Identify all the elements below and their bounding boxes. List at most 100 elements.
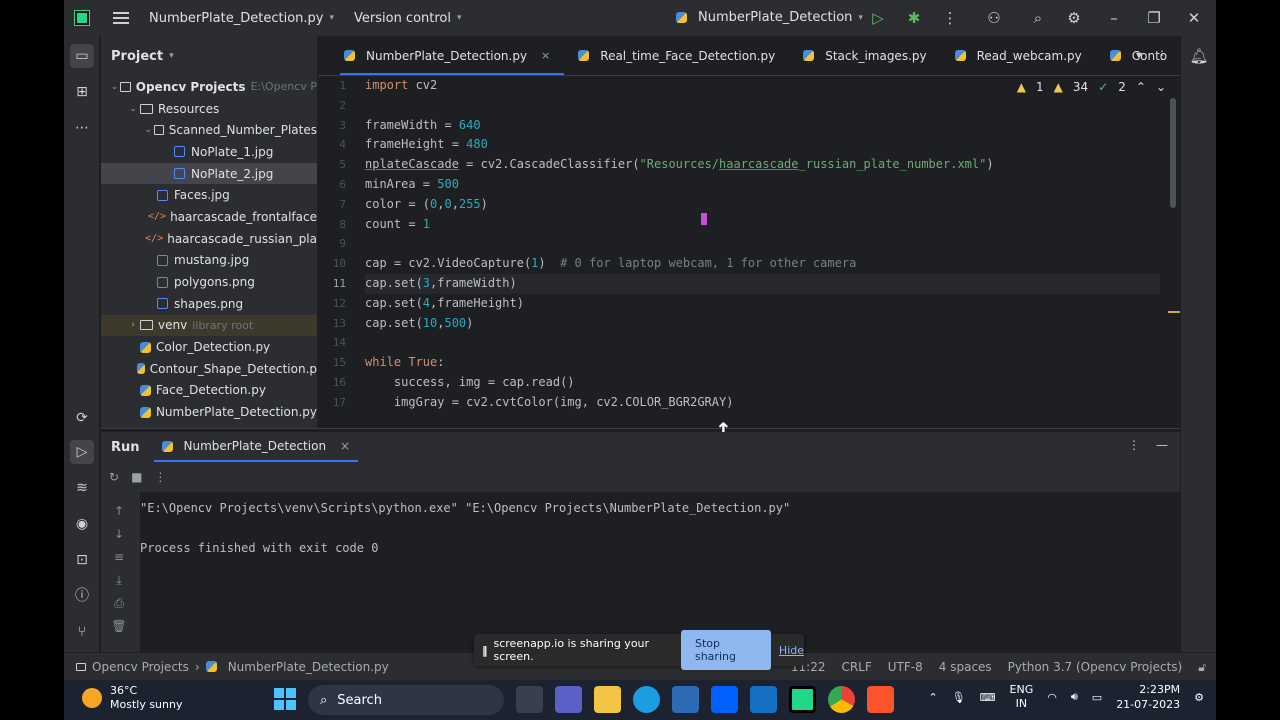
line-number[interactable]: 13 [318,314,362,334]
scroll-to-end-icon[interactable]: ⤓ [109,573,129,596]
chevron-right-icon[interactable]: › [126,320,140,330]
teams-icon[interactable] [555,686,582,713]
editor-scrollbar[interactable] [1170,98,1176,208]
vcs-menu[interactable]: Version control ▾ [354,11,462,26]
editor-tab[interactable]: Stack_images.py [789,36,940,75]
run-tab[interactable]: NumberPlate_Detection × [153,432,359,462]
console-output[interactable]: "E:\Opencv Projects\venv\Scripts\python.… [140,492,1180,652]
add-user-icon[interactable]: ⚇ [968,9,1020,27]
wifi-icon[interactable]: ◠ [1047,691,1057,704]
more-tools-icon[interactable]: ⋯ [70,116,94,140]
line-number[interactable]: 12 [318,294,362,314]
problems-tool-icon[interactable]: ⓘ [70,584,94,608]
line-number[interactable]: 2 [318,96,362,116]
close-tab-icon[interactable]: × [541,49,550,62]
editor-tab[interactable]: NumberPlate_Detection.py × [318,36,565,75]
breadcrumb-root[interactable]: Opencv Projects [92,660,189,674]
run-icon[interactable]: ▷ [860,9,896,27]
stop-icon[interactable]: ■ [131,470,142,484]
clock[interactable]: 2:23PM 21-07-2023 [1116,682,1180,712]
run-config-selector[interactable]: NumberPlate_Detection ▾ [676,10,863,25]
tree-item[interactable]: NoPlate_1.jpg [101,141,317,163]
taskbar-search[interactable]: ⌕ Search [308,685,504,715]
mail-icon[interactable] [750,686,777,713]
project-tool-icon[interactable]: ▭ [70,44,94,68]
chrome-icon[interactable] [828,686,855,713]
python-packages-icon[interactable]: ⟳ [70,406,94,430]
git-tool-icon[interactable]: ⑂ [70,620,94,644]
lock-icon[interactable]: 🔓︎ [1198,660,1206,675]
tree-item[interactable]: ⌄ Opencv Projects E:\Opencv P [101,76,317,98]
drag-handle-icon[interactable]: ‖ [482,644,488,657]
main-menu-icon[interactable] [113,9,129,27]
chevron-down-icon[interactable]: ⌄ [143,125,154,135]
terminal-tool-icon[interactable]: ⊡ [70,548,94,572]
debug-icon[interactable]: ✱ [896,9,932,27]
line-number[interactable]: 1 [318,76,362,96]
chevron-down-icon[interactable]: ⌄ [109,82,120,92]
dropbox-icon[interactable] [711,686,738,713]
tree-item[interactable]: polygons.png [101,271,317,293]
start-button[interactable] [274,688,296,710]
line-number[interactable]: 7 [318,195,362,215]
line-number[interactable]: 5 [318,155,362,175]
brave-icon[interactable] [867,686,894,713]
microphone-icon[interactable]: 🎙︎ [952,691,966,704]
tree-item[interactable]: Faces.jpg [101,184,317,206]
breadcrumb[interactable]: Opencv Projects › NumberPlate_Detection.… [76,660,389,674]
tree-item[interactable]: shapes.png [101,293,317,315]
tree-item[interactable]: </> haarcascade_frontalface [101,206,317,228]
file-explorer-icon[interactable] [594,686,621,713]
notification-center-icon[interactable]: ⚙ [1194,691,1204,704]
line-number[interactable]: 4 [318,135,362,155]
editor-tab[interactable]: Read_webcam.py [941,36,1096,75]
stop-sharing-button[interactable]: Stop sharing [680,630,771,670]
tabs-dropdown-icon[interactable]: ▾ [1136,48,1142,62]
tree-item[interactable]: › venv library root [101,314,317,337]
tree-item[interactable]: Face_Detection.py [101,380,317,402]
tree-item[interactable]: ⌄ Scanned_Number_Plates [101,119,317,141]
print-icon[interactable]: ⎙ [109,596,129,619]
more-icon[interactable]: ⋮ [1128,438,1140,452]
line-ending[interactable]: CRLF [841,660,871,674]
pycharm-taskbar-icon[interactable] [789,686,816,713]
down-arrow-icon[interactable]: ↓ [109,527,129,550]
language-indicator[interactable]: ENG IN [1010,683,1034,711]
tree-item[interactable]: NumberPlate_Detection.py [101,401,317,423]
project-panel-header[interactable]: Project ▾ [101,36,317,76]
show-hidden-icons[interactable]: ⌃ [928,691,937,704]
editor-tab[interactable]: Real_time_Face_Detection.py [564,36,789,75]
close-tab-icon[interactable]: × [340,439,350,453]
line-number[interactable]: 10 [318,254,362,274]
line-number[interactable]: 8 [318,215,362,235]
rerun-icon[interactable]: ↻ [109,470,119,484]
services-tool-icon[interactable]: ◉ [70,512,94,536]
up-arrow-icon[interactable]: ↑ [109,504,129,527]
line-number[interactable]: 14 [318,333,362,353]
settings-gear-icon[interactable]: ⚙ [1056,9,1092,27]
tree-item[interactable]: NoPlate_2.jpg [101,162,317,185]
error-stripe-mark[interactable] [1168,311,1180,313]
hide-panel-icon[interactable]: — [1156,438,1168,452]
more-icon[interactable]: ⋮ [154,470,166,484]
indent-setting[interactable]: 4 spaces [939,660,992,674]
tree-item[interactable]: ⌄ Resources [101,98,317,120]
line-number[interactable]: 17 [318,393,362,413]
python-interpreter[interactable]: Python 3.7 (Opencv Projects) [1008,660,1183,674]
weather-widget[interactable]: 36°C Mostly sunny [82,684,182,712]
more-icon[interactable]: ⋮ [932,9,968,27]
clear-icon[interactable]: 🗑 [109,619,129,642]
tree-item[interactable]: </> haarcascade_russian_pla [101,228,317,250]
tabs-more-icon[interactable]: ⋮ [1156,48,1168,62]
edge-icon[interactable] [633,686,660,713]
tree-item[interactable]: mustang.jpg [101,250,317,272]
soft-wrap-icon[interactable]: ≡ [109,550,129,573]
volume-icon[interactable]: 🔊︎ [1071,690,1078,704]
keyboard-icon[interactable]: ⌨ [980,691,996,704]
structure-tool-icon[interactable]: ⊞ [70,80,94,104]
search-icon[interactable]: ⌕ [1020,9,1056,27]
project-selector[interactable]: NumberPlate_Detection.py ▾ [149,11,334,26]
restore-icon[interactable]: ❐ [1136,9,1172,27]
notifications-bell-icon[interactable]: 🔔︎ [1187,44,1211,68]
file-encoding[interactable]: UTF-8 [888,660,923,674]
